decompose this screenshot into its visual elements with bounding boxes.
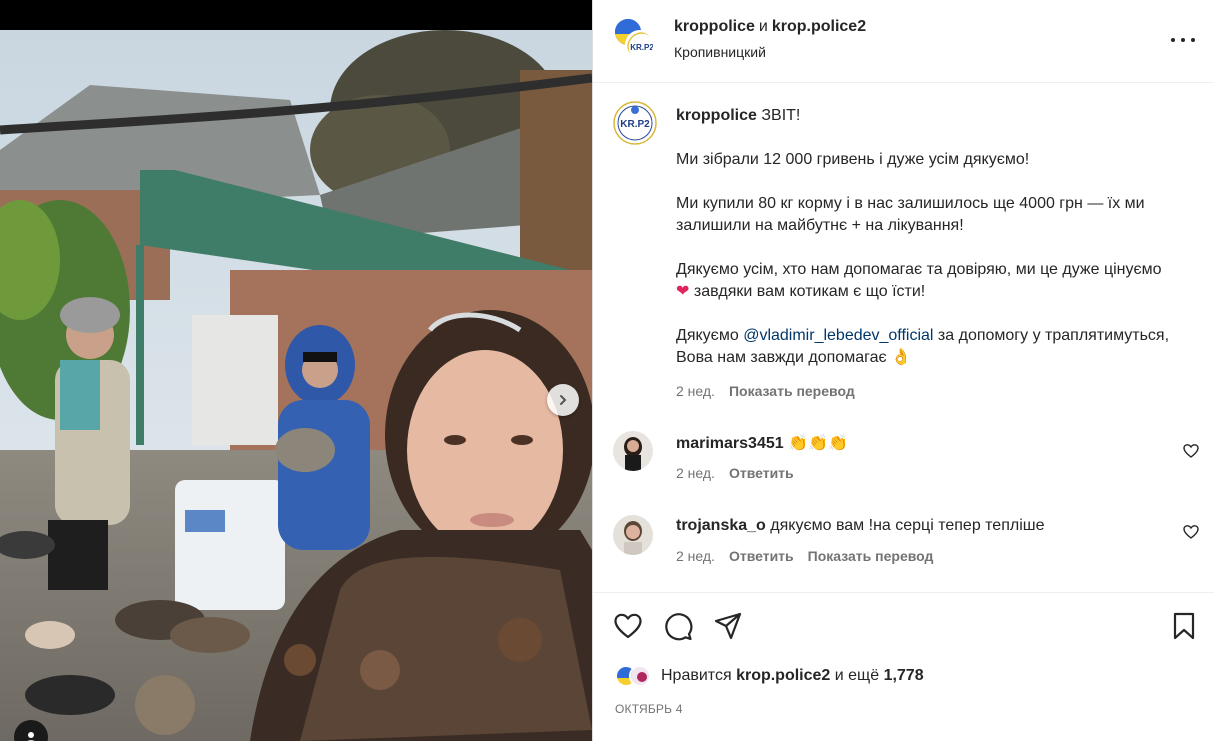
- comment-icon[interactable]: [663, 611, 693, 641]
- caption-paragraph: Ми зібрали 12 000 гривень і дуже усім дя…: [676, 151, 1030, 168]
- post-actions-bar: [593, 592, 1214, 652]
- post-photo: [0, 30, 592, 741]
- post-side-panel: KR.P2 kroppolice и krop.police2 Кропивницк…: [592, 0, 1214, 741]
- comment-time[interactable]: 2 нед.: [676, 548, 715, 564]
- caption-paragraph: Дякуємо @vladimir_lebedev_official за до…: [676, 327, 1170, 366]
- post-location[interactable]: Кропивницкий: [674, 44, 766, 60]
- author-username[interactable]: kroppolice: [674, 18, 755, 35]
- caption-paragraph: Дякуємо усім, хто нам допомагає та довір…: [676, 261, 1162, 300]
- reply-button[interactable]: Ответить: [729, 548, 794, 564]
- more-options-icon: [1171, 38, 1175, 42]
- comment-meta: 2 нед. Ответить: [676, 465, 794, 481]
- likes-and-more: и ещё: [834, 667, 880, 684]
- avatar: KR.P2: [625, 30, 655, 60]
- post-authors: kroppolice и krop.police2: [674, 18, 866, 36]
- heart-icon[interactable]: [613, 611, 643, 641]
- caption-paragraph: Ми купили 80 кг корму і в нас залишилось…: [676, 195, 1145, 234]
- user-tag-icon: [27, 732, 35, 741]
- see-translation-button[interactable]: Показать перевод: [729, 383, 855, 399]
- caption-title: ЗВІТ!: [761, 107, 801, 124]
- heart-icon[interactable]: [1183, 524, 1199, 540]
- commenter-avatar[interactable]: [613, 515, 653, 555]
- comment-username[interactable]: marimars3451: [676, 435, 784, 452]
- comment: marimars3451 👏👏👏: [676, 433, 848, 453]
- comment-username[interactable]: trojanska_o: [676, 517, 766, 534]
- liked-by-username[interactable]: krop.police2: [736, 667, 830, 685]
- comment: trojanska_o дякуємо вам !на серці тепер …: [676, 517, 1045, 535]
- likes-summary[interactable]: Нравится krop.police2 и ещё 1,778: [615, 662, 924, 690]
- likes-prefix: Нравится: [661, 667, 732, 684]
- caption-meta: 2 нед. Показать перевод: [676, 383, 855, 399]
- caption-time[interactable]: 2 нед.: [676, 383, 715, 399]
- collab-avatars[interactable]: KR.P2: [613, 17, 657, 61]
- likes-count[interactable]: 1,778: [884, 667, 924, 685]
- next-photo-button[interactable]: [547, 384, 579, 416]
- collab-username[interactable]: krop.police2: [772, 18, 866, 35]
- heart-emoji: ❤: [676, 283, 690, 300]
- comment-meta: 2 нед. Ответить Показать перевод: [676, 548, 933, 564]
- post-media[interactable]: [0, 0, 592, 741]
- comment-text: 👏👏👏: [788, 435, 848, 452]
- bookmark-icon[interactable]: [1169, 611, 1199, 641]
- authors-conjunction: и: [758, 18, 768, 35]
- avatar: [629, 665, 651, 687]
- post-date[interactable]: ОКТЯБРЬ 4: [615, 702, 683, 716]
- share-icon[interactable]: [713, 611, 743, 641]
- mention-link[interactable]: @vladimir_lebedev_official: [743, 327, 933, 344]
- see-translation-button[interactable]: Показать перевод: [808, 548, 934, 564]
- comment-text: дякуємо вам !на серці тепер тепліше: [770, 517, 1045, 534]
- svg-text:KR.P2: KR.P2: [630, 43, 654, 52]
- ok-hand-emoji: 👌: [891, 349, 912, 366]
- chevron-right-icon: [560, 395, 567, 405]
- comment-time[interactable]: 2 нед.: [676, 465, 715, 481]
- commenter-avatar[interactable]: [613, 431, 653, 471]
- caption-username[interactable]: kroppolice: [676, 107, 757, 124]
- more-options-button[interactable]: [1171, 30, 1195, 50]
- reply-button[interactable]: Ответить: [729, 465, 794, 481]
- heart-icon[interactable]: [1183, 443, 1199, 459]
- svg-text:KR.P2: KR.P2: [620, 119, 650, 130]
- post-header: KR.P2 kroppolice и krop.police2 Кропивницк…: [593, 0, 1214, 83]
- caption-avatar[interactable]: KR.P2: [613, 101, 657, 145]
- post-caption: kroppolice ЗВІТ! Ми зібрали 12 000 гриве…: [676, 105, 1176, 369]
